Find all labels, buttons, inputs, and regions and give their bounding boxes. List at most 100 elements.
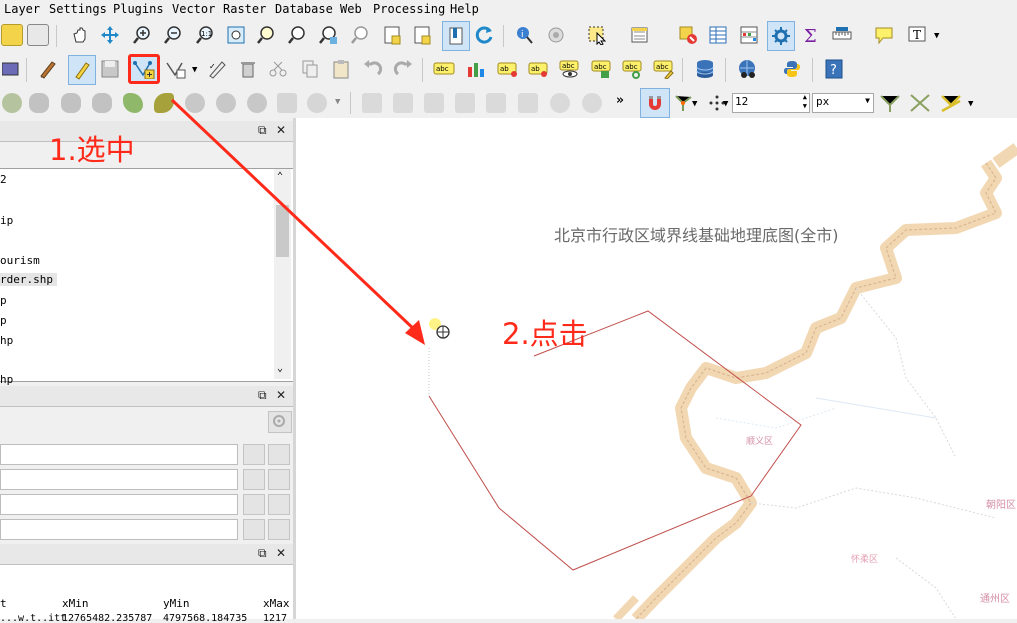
select-features-icon[interactable] — [585, 23, 609, 47]
attribute-table-icon[interactable] — [706, 23, 730, 47]
db-manager-icon[interactable] — [693, 57, 717, 81]
processing-toolbox-icon[interactable] — [767, 21, 795, 51]
statistical-summary-icon[interactable]: Σ — [799, 23, 823, 47]
layer-item[interactable]: p — [0, 314, 7, 327]
layer-item-selected[interactable]: rder.shp — [0, 273, 57, 286]
refresh-icon[interactable] — [472, 23, 496, 47]
chevron-down-icon[interactable]: ▼ — [968, 99, 973, 109]
move-label-icon[interactable]: abc — [590, 57, 614, 81]
gear-icon[interactable] — [268, 411, 292, 433]
layer-item[interactable]: hp — [0, 373, 13, 386]
zoom-out-icon[interactable] — [161, 23, 185, 47]
pan-to-selection-icon[interactable] — [98, 23, 122, 47]
change-label-icon[interactable]: abc — [652, 57, 676, 81]
help-contents-icon[interactable]: ? — [822, 57, 846, 81]
close-icon[interactable]: ✕ — [276, 123, 286, 137]
snap-unit-select[interactable]: px ▼ — [812, 93, 874, 113]
layers-list[interactable]: 2 ip ourism rder.shp p p hp hp ⌃ ⌄ — [0, 168, 294, 386]
close-icon[interactable]: ✕ — [276, 546, 286, 560]
delete-selected-icon[interactable] — [236, 57, 260, 81]
layer-item[interactable]: ourism — [0, 254, 40, 267]
text-field[interactable] — [0, 494, 238, 515]
field-calculator-icon[interactable] — [737, 23, 761, 47]
undo-icon[interactable] — [361, 57, 385, 81]
layer-item[interactable]: ip — [0, 214, 13, 227]
menu-web[interactable]: Web — [340, 2, 362, 16]
python-console-icon[interactable] — [780, 57, 804, 81]
menu-processing[interactable]: Processing — [373, 2, 445, 16]
zoom-full-icon[interactable] — [224, 23, 248, 47]
text-field[interactable] — [0, 444, 238, 465]
float-panel-icon[interactable]: ⧉ — [258, 388, 267, 403]
menu-raster[interactable]: Raster — [223, 2, 266, 16]
lock-icon[interactable] — [243, 494, 265, 515]
topological-editing-icon[interactable] — [878, 91, 902, 115]
table-row[interactable]: ...w.t..itt 12765482.235787 4797568.1847… — [0, 613, 293, 623]
modify-attributes-icon[interactable]: ✓ — [205, 57, 229, 81]
split-features-icon[interactable] — [183, 91, 207, 115]
toolbar-overflow-icon[interactable]: » — [616, 93, 624, 108]
new-bookmark-icon[interactable] — [410, 23, 434, 47]
show-hide-labels-icon[interactable]: abc — [558, 57, 582, 81]
paste-features-icon[interactable] — [329, 57, 353, 81]
identify-features-icon[interactable]: i — [512, 23, 536, 47]
digitizing-tool-4-icon[interactable] — [453, 91, 477, 115]
vertex-tool-icon[interactable] — [164, 57, 188, 81]
layer-item[interactable]: p — [0, 294, 7, 307]
add-part-icon[interactable] — [121, 91, 145, 115]
chevron-down-icon[interactable]: ▼ — [723, 99, 728, 109]
lock-icon[interactable] — [243, 519, 265, 540]
lock-icon[interactable] — [268, 494, 290, 515]
column-header[interactable]: xMin — [62, 597, 89, 610]
delete-ring-icon[interactable] — [90, 91, 114, 115]
project-properties-icon[interactable] — [26, 23, 50, 47]
digitizing-tool-1-icon[interactable] — [360, 91, 384, 115]
digitizing-tool-8-icon[interactable] — [580, 91, 604, 115]
column-header[interactable]: xMax — [263, 597, 290, 610]
map-canvas[interactable]: 北京市行政区域界线基础地理底图(全市) 顺义区 朝阳区 怀柔区 通州区 — [296, 118, 1017, 619]
lock-icon[interactable] — [268, 519, 290, 540]
deselect-features-icon[interactable] — [676, 23, 700, 47]
menu-help[interactable]: Help — [450, 2, 479, 16]
fill-ring-icon[interactable] — [59, 91, 83, 115]
snapping-magnet-icon[interactable] — [640, 88, 670, 118]
merge-features-icon[interactable] — [245, 91, 269, 115]
lock-icon[interactable] — [243, 469, 265, 490]
zoom-to-selection-icon[interactable] — [254, 23, 278, 47]
layer-item[interactable]: 2 — [0, 173, 7, 186]
float-panel-icon[interactable]: ⧉ — [258, 123, 267, 138]
spin-arrows-icon[interactable]: ▲ ▼ — [803, 93, 807, 111]
rotate-point-symbols-icon[interactable] — [305, 91, 329, 115]
show-bookmarks-icon[interactable] — [442, 21, 470, 51]
rotate-label-icon[interactable]: abc — [621, 57, 645, 81]
pan-hand-icon[interactable] — [68, 23, 92, 47]
menu-settings[interactable]: Settings — [49, 2, 107, 16]
zoom-to-layer-icon[interactable] — [285, 23, 309, 47]
toggle-editing-icon[interactable] — [68, 55, 96, 85]
save-edits-icon[interactable] — [98, 57, 122, 81]
highlight-pinned-labels-icon[interactable]: ab — [496, 57, 520, 81]
copy-features-icon[interactable] — [298, 57, 322, 81]
split-parts-icon[interactable] — [214, 91, 238, 115]
column-header[interactable]: t — [0, 597, 7, 610]
gps-icon[interactable] — [0, 57, 24, 81]
column-header[interactable]: yMin — [163, 597, 190, 610]
digitizing-tool-6-icon[interactable] — [516, 91, 540, 115]
text-field[interactable] — [0, 519, 238, 540]
zoom-native-resolution-icon[interactable]: 1:1 — [193, 23, 217, 47]
new-project-icon[interactable] — [0, 23, 24, 47]
reshape-features-icon[interactable] — [0, 91, 24, 115]
text-annotation-icon[interactable]: T — [905, 23, 929, 47]
pin-labels-icon[interactable]: ab — [527, 57, 551, 81]
measure-line-icon[interactable] — [830, 23, 854, 47]
select-by-value-icon[interactable] — [628, 23, 652, 47]
chevron-down-icon[interactable]: ▼ — [692, 99, 697, 109]
redo-icon[interactable] — [391, 57, 415, 81]
scroll-up-icon[interactable]: ⌃ — [277, 171, 283, 182]
run-feature-action-icon[interactable] — [544, 23, 568, 47]
add-polygon-feature-icon[interactable] — [128, 54, 160, 84]
add-ring-icon[interactable] — [27, 91, 51, 115]
menu-database[interactable]: Database — [275, 2, 333, 16]
lock-icon[interactable] — [268, 444, 290, 465]
zoom-in-icon[interactable] — [130, 23, 154, 47]
